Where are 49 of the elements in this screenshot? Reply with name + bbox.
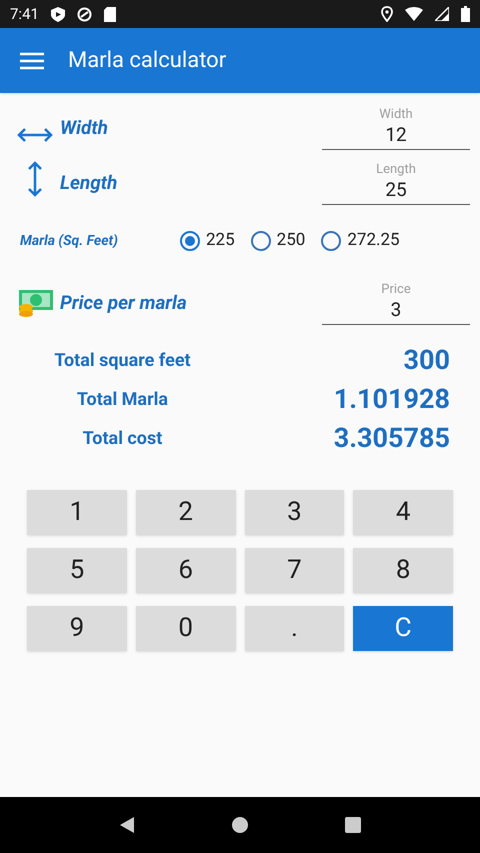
- field-value: 12: [385, 123, 407, 147]
- field-label: Width: [379, 107, 413, 123]
- keypad-key[interactable]: 9: [27, 606, 127, 651]
- keypad-key[interactable]: 5: [27, 548, 127, 593]
- shield-icon: [50, 6, 65, 22]
- sd-card-icon: [104, 6, 116, 22]
- result-label: Total cost: [82, 427, 164, 451]
- keypad-key[interactable]: 1: [27, 490, 127, 535]
- money-icon: [17, 289, 53, 317]
- field-label: Price: [381, 282, 411, 298]
- location-icon: [381, 6, 393, 22]
- keypad-key[interactable]: 0: [136, 606, 236, 651]
- result-value: 3.305785: [332, 421, 450, 456]
- keypad-key[interactable]: 8: [353, 548, 453, 593]
- clear-key[interactable]: C: [353, 606, 453, 651]
- signal-icon: [435, 7, 449, 21]
- back-icon[interactable]: [118, 816, 136, 834]
- radio-button[interactable]: 272.25: [321, 228, 400, 254]
- vertical-arrow-icon: [28, 161, 42, 197]
- input-field[interactable]: Price 3: [322, 282, 470, 325]
- keypad-key[interactable]: .: [244, 606, 344, 651]
- keypad-key[interactable]: 6: [136, 548, 236, 593]
- input-field[interactable]: Length 25: [322, 162, 470, 205]
- input-label: Length: [60, 170, 118, 196]
- battery-icon: [461, 6, 470, 22]
- result-label: Total Marla: [76, 388, 170, 412]
- recents-icon[interactable]: [344, 816, 362, 834]
- keypad-key[interactable]: 2: [136, 490, 236, 535]
- keypad-key[interactable]: 3: [244, 490, 344, 535]
- wifi-icon: [405, 7, 423, 21]
- horizontal-arrow-icon: [17, 128, 53, 142]
- result-value: 1.101928: [332, 382, 450, 418]
- status-time: 7:41: [10, 4, 39, 25]
- input-label: Width: [60, 114, 109, 140]
- input-field[interactable]: Width 12: [322, 107, 470, 150]
- radio-button[interactable]: 225: [180, 228, 235, 254]
- marla-size-label: Marla (Sq. Feet): [19, 232, 119, 250]
- result-value: 300: [402, 343, 450, 378]
- radio-button[interactable]: 250: [250, 228, 306, 254]
- menu-icon[interactable]: [20, 52, 44, 70]
- home-icon[interactable]: [230, 816, 249, 834]
- keypad-key[interactable]: 4: [353, 490, 453, 535]
- field-value: 3: [390, 298, 402, 322]
- app-title: Marla calculator: [68, 47, 226, 75]
- price-label: Price per marla: [60, 290, 188, 316]
- result-label: Total square feet: [53, 349, 192, 373]
- field-label: Length: [376, 162, 416, 178]
- field-value: 25: [385, 178, 407, 202]
- keypad-key[interactable]: 7: [244, 548, 344, 593]
